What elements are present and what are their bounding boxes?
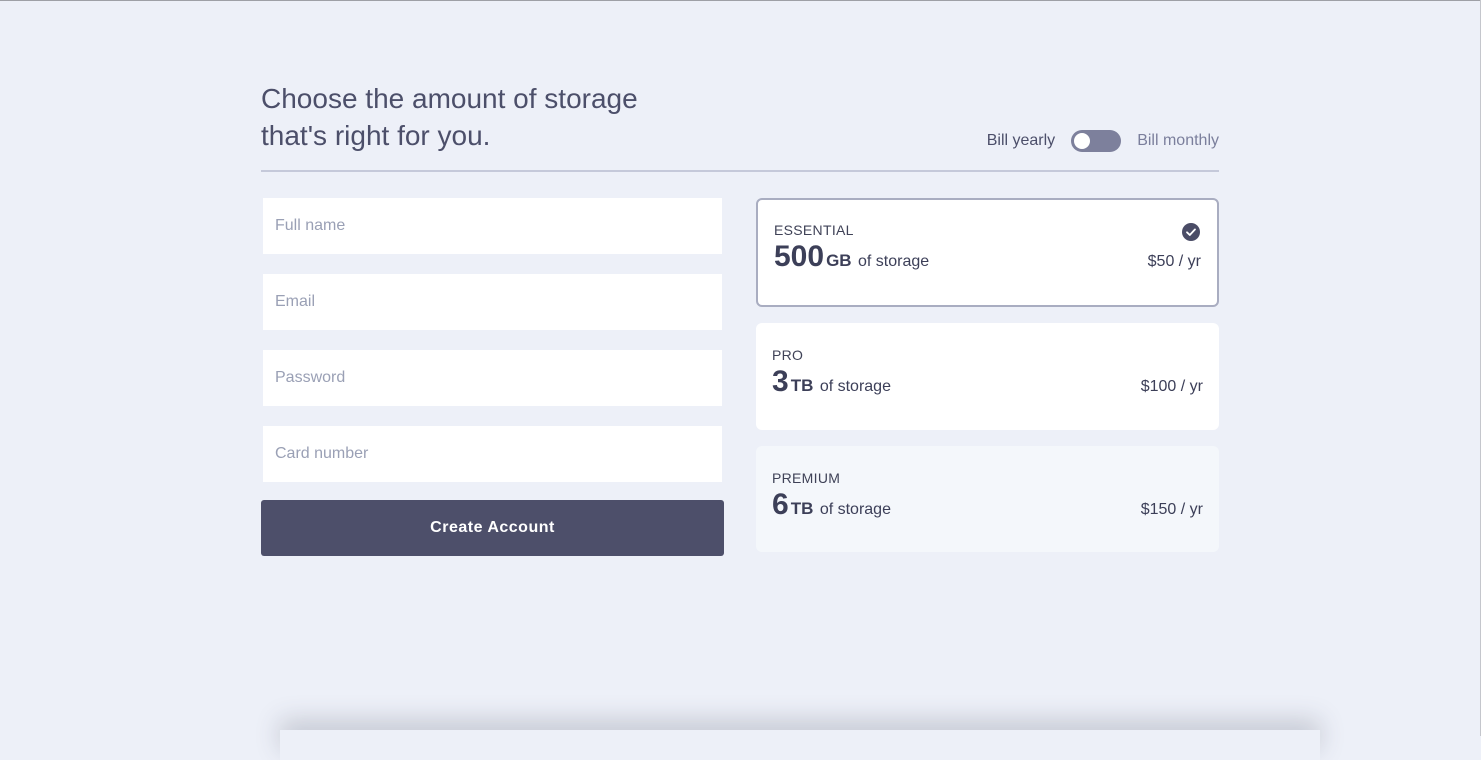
plan-card-premium[interactable]: PREMIUM 6 TB of storage $150 / yr <box>756 446 1219 552</box>
plan-price: $100 / yr <box>1140 378 1203 395</box>
billing-switch[interactable] <box>1071 130 1122 152</box>
create-account-button[interactable]: Create Account <box>261 500 724 556</box>
plan-card-essential[interactable]: ESSENTIAL 500 GB of storage $50 / yr <box>756 198 1219 307</box>
plan-storage: 6 TB of storage <box>772 488 891 522</box>
storage-unit: TB <box>790 499 814 518</box>
plan-price: $150 / yr <box>1140 501 1203 518</box>
plan-card-pro[interactable]: PRO 3 TB of storage $100 / yr <box>756 323 1219 430</box>
card-number-input[interactable] <box>263 426 722 482</box>
page-title: Choose the amount of storage that's righ… <box>261 80 638 154</box>
plan-name: ESSENTIAL <box>774 222 854 238</box>
bottom-panel-shadow <box>280 730 1320 760</box>
storage-amount: 500 <box>774 240 825 273</box>
storage-amount: 3 <box>772 365 789 398</box>
signup-container: Choose the amount of storage that's righ… <box>261 83 1219 556</box>
plan-name: PRO <box>772 347 804 363</box>
plan-list: ESSENTIAL 500GB of storage $50 / yr PRO <box>756 198 1219 556</box>
plan-name: PREMIUM <box>772 470 841 486</box>
page-header: Choose the amount of storage that's righ… <box>261 83 1219 172</box>
check-circle-icon <box>1182 223 1200 241</box>
window-top-border <box>0 0 1481 1</box>
email-input[interactable] <box>263 274 722 330</box>
plan-storage: 3 TB of storage <box>772 365 891 399</box>
page-title-line-1: Choose the amount of storage <box>261 83 638 114</box>
plan-price: $50 / yr <box>1147 253 1201 270</box>
storage-suffix: of storage <box>819 501 891 518</box>
plan-details: 6 TB of storage $150 / yr <box>772 488 1203 522</box>
storage-suffix: of storage <box>858 253 930 270</box>
page-title-line-2: that's right for you. <box>261 120 491 151</box>
main-content: Create Account ESSENTIAL 500GB of storag… <box>261 198 1219 556</box>
billing-switch-knob <box>1074 133 1091 149</box>
plan-details: 500 GB of storage $50 / yr <box>774 240 1201 274</box>
storage-unit: TB <box>790 376 814 395</box>
storage-amount: 6 <box>772 488 789 521</box>
plan-storage: 500 GB of storage <box>774 240 929 274</box>
billing-toggle: Bill yearly Bill monthly <box>987 130 1219 154</box>
plan-details: 3 TB of storage $100 / yr <box>772 365 1203 399</box>
storage-suffix: of storage <box>819 378 891 395</box>
bill-yearly-label[interactable]: Bill yearly <box>987 132 1055 150</box>
signup-form: Create Account <box>261 198 724 556</box>
bill-monthly-label[interactable]: Bill monthly <box>1137 132 1219 150</box>
storage-unit: GB <box>826 251 852 270</box>
full-name-input[interactable] <box>263 198 722 254</box>
password-input[interactable] <box>263 350 722 406</box>
